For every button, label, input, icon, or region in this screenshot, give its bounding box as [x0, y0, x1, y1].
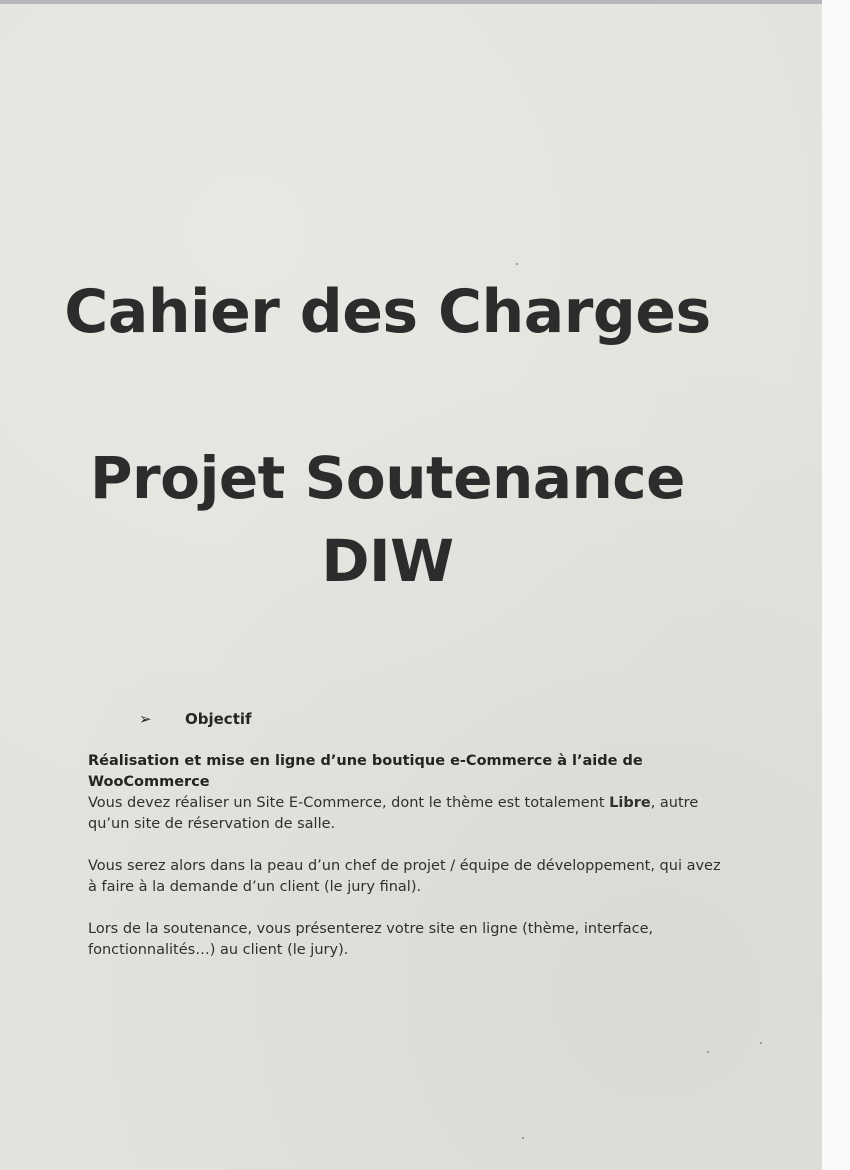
paragraph-role: Vous serez alors dans la peau d’un chef … — [88, 858, 721, 895]
libre-emphasis: Libre — [609, 795, 651, 811]
objective-heading: Réalisation et mise en ligne d’une bouti… — [88, 753, 643, 790]
paragraph-theme-text: Vous devez réaliser un Site E-Commerce, … — [88, 795, 610, 811]
paper-speck — [522, 1137, 524, 1139]
paragraph-theme: Vous devez réaliser un Site E-Commerce, … — [88, 793, 728, 835]
body-text: Réalisation et mise en ligne d’une bouti… — [88, 751, 728, 982]
paper-speck — [760, 1042, 762, 1044]
scan-margin — [822, 0, 850, 1170]
scan-top-edge — [0, 0, 822, 4]
project-title: Projet Soutenance — [89, 444, 686, 512]
paper-speck — [707, 1051, 709, 1053]
paper-sheet: Cahier des Charges Projet Soutenance DIW… — [0, 0, 822, 1170]
arrow-bullet-icon: ➢ — [139, 710, 152, 728]
project-code: DIW — [321, 527, 454, 595]
document-title: Cahier des Charges — [64, 277, 711, 347]
objective-section-label: ➢ Objectif — [139, 710, 252, 728]
objective-label: Objectif — [185, 710, 252, 728]
paragraph-defense: Lors de la soutenance, vous présenterez … — [88, 921, 654, 958]
paper-speck — [516, 263, 518, 265]
